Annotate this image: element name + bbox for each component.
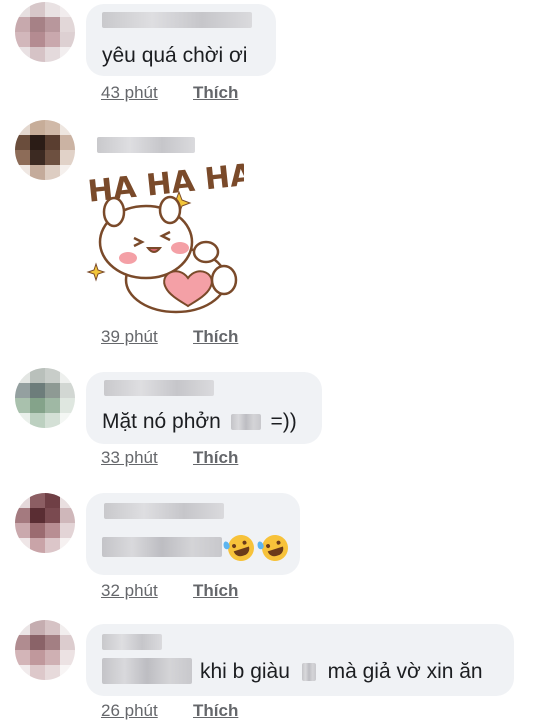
like-button[interactable]: Thích — [193, 448, 238, 468]
comment-meta: 26 phút Thích — [101, 701, 238, 721]
comment-bubble — [86, 493, 300, 575]
bunny-cheek — [119, 252, 137, 264]
comment-time[interactable]: 33 phút — [101, 448, 158, 467]
like-button[interactable]: Thích — [193, 83, 238, 103]
comment-bubble: Mặt nó phởn =)) — [86, 372, 322, 444]
comment-text: yêu quá chời ơi — [102, 44, 248, 67]
comment-time[interactable]: 26 phút — [101, 701, 158, 720]
emoji-group — [222, 531, 292, 565]
like-button[interactable]: Thích — [193, 581, 238, 601]
avatar[interactable] — [15, 2, 75, 62]
sparkle-icon — [86, 262, 106, 282]
bunny-cheek — [171, 242, 189, 254]
avatar[interactable] — [15, 620, 75, 680]
comment-meta: 43 phút Thích — [101, 83, 238, 103]
comment-text-part: khi b giàu — [200, 660, 290, 683]
author-name-redacted[interactable] — [97, 137, 195, 153]
comment-meta: 39 phút Thích — [101, 327, 238, 347]
avatar[interactable] — [15, 368, 75, 428]
author-name-redacted[interactable] — [102, 12, 252, 28]
comment-time[interactable]: 32 phút — [101, 581, 158, 600]
comment-thread: yêu quá chời ơi 43 phút Thích HA HA HA 3… — [0, 0, 539, 723]
comment-text-part: Mặt nó phởn — [102, 410, 221, 433]
like-button[interactable]: Thích — [193, 701, 238, 721]
bunny-paw — [192, 240, 220, 264]
comment-bubble: yêu quá chời ơi — [86, 4, 276, 76]
laughing-emoji-icon — [222, 531, 258, 565]
hahaha-sticker[interactable]: HA HA HA — [84, 160, 244, 320]
author-name-redacted[interactable] — [104, 503, 224, 519]
author-name-redacted[interactable] — [102, 634, 162, 650]
redacted-text — [102, 658, 192, 684]
bunny-ear — [102, 196, 126, 228]
redacted-text — [102, 537, 222, 557]
avatar[interactable] — [15, 493, 75, 553]
comment-meta: 33 phút Thích — [101, 448, 238, 468]
comment-bubble: khi b giàu mà giả vờ xin ăn — [86, 624, 514, 696]
comment-text-part: mà giả vờ xin ăn — [327, 660, 483, 683]
comment-text-part: =)) — [270, 410, 297, 433]
laughing-emoji-icon — [256, 531, 292, 565]
comment-text: Mặt nó phởn =)) — [102, 410, 297, 434]
redacted-word — [230, 414, 261, 431]
comment-text: khi b giàu mà giả vờ xin ăn — [200, 660, 483, 684]
bunny-ear — [158, 195, 182, 225]
redacted-word — [301, 663, 316, 682]
bunny-foot — [210, 264, 238, 296]
avatar[interactable] — [15, 120, 75, 180]
comment-time[interactable]: 39 phút — [101, 327, 158, 346]
like-button[interactable]: Thích — [193, 327, 238, 347]
comment-time[interactable]: 43 phút — [101, 83, 158, 102]
author-name-redacted[interactable] — [104, 380, 214, 396]
comment-meta: 32 phút Thích — [101, 581, 238, 601]
